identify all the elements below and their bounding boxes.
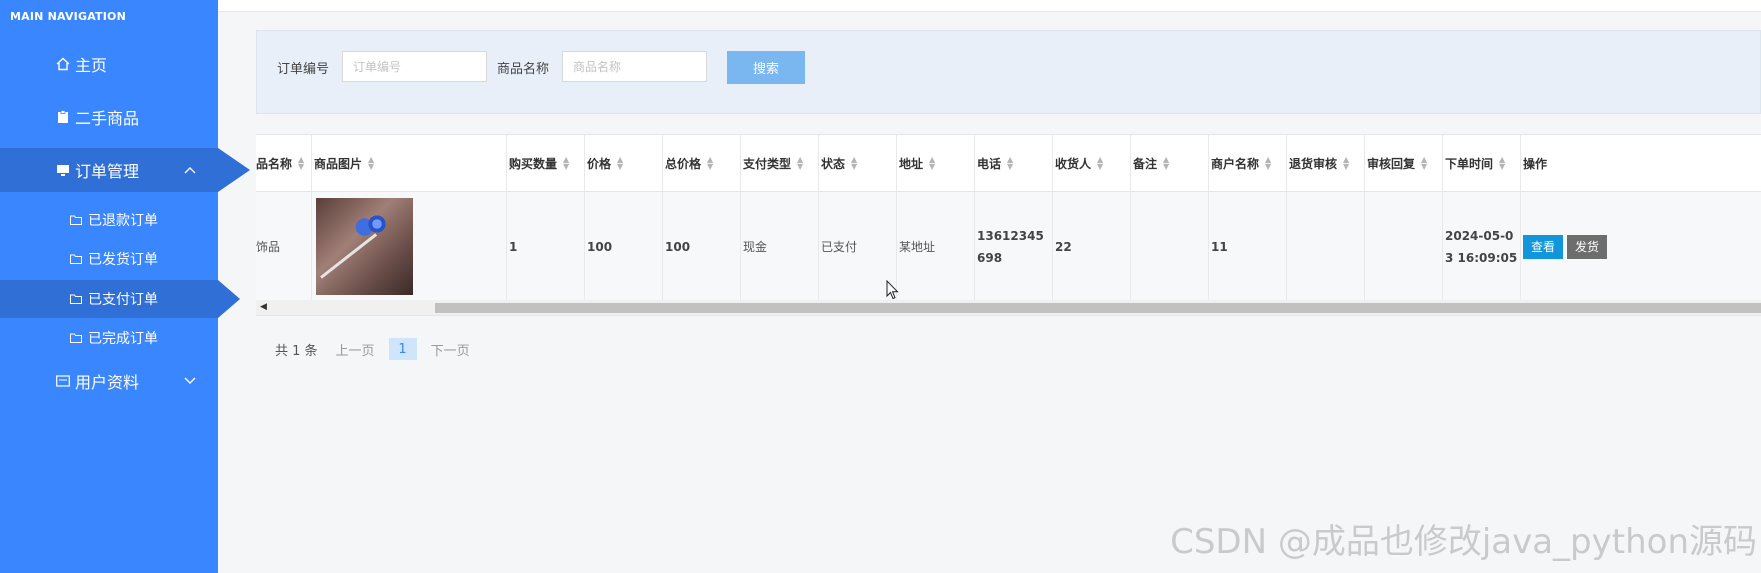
th-status[interactable]: 状态 ▲ ▼ bbox=[819, 135, 897, 191]
th-pay-type[interactable]: 支付类型 ▲ ▼ bbox=[741, 135, 819, 191]
th-review-reply[interactable]: 审核回复 ▲ ▼ bbox=[1365, 135, 1443, 191]
th-address[interactable]: 地址 ▲ ▼ bbox=[897, 135, 975, 191]
sort-icon[interactable]: ▲ ▼ bbox=[617, 156, 626, 171]
sidebar-item-user-profile[interactable]: 用户资料 bbox=[0, 359, 218, 403]
table-row: 装饰品 1 100 100 现金 已支付 某地址 13612345698 22 … bbox=[256, 192, 1761, 300]
sidebar-item-label: 已完成订单 bbox=[88, 331, 158, 347]
table-header: 商品名称▲▼ 商品图片▲▼ 购买数量▲▼ 价格▲▼ 总价格▲▼ 支付类型▲▼ 状… bbox=[256, 135, 1761, 192]
view-button[interactable]: 查看 bbox=[1523, 234, 1564, 259]
th-phone[interactable]: 电话 ▲ ▼ bbox=[975, 135, 1053, 191]
ship-button[interactable]: 发货 bbox=[1567, 234, 1608, 259]
sidebar-item-label: 二手商品 bbox=[75, 109, 140, 128]
order-number-label: 订单编号 bbox=[277, 62, 330, 77]
product-name-input[interactable] bbox=[562, 51, 707, 82]
sidebar-item-label: 订单管理 bbox=[75, 162, 140, 181]
th-actions: 操作 bbox=[1523, 156, 1548, 171]
th-total-price[interactable]: 总价格 ▲ ▼ bbox=[663, 135, 741, 191]
chevron-down-icon bbox=[184, 374, 196, 388]
folder-icon bbox=[68, 330, 84, 346]
sort-icon[interactable]: ▲ ▼ bbox=[707, 156, 716, 171]
pagination-total: 共 1 条 bbox=[275, 343, 318, 359]
mouse-cursor-icon bbox=[886, 280, 899, 300]
home-icon bbox=[55, 56, 71, 72]
cell-review-reply bbox=[1365, 192, 1442, 300]
cell-remark bbox=[1131, 192, 1208, 300]
prev-page-button[interactable]: 上一页 bbox=[336, 340, 375, 359]
cell-address: 某地址 bbox=[899, 240, 936, 254]
cell-total-price: 100 bbox=[665, 239, 691, 254]
cell-status: 已支付 bbox=[821, 240, 858, 254]
horizontal-scrollbar[interactable]: ◀ bbox=[256, 300, 1761, 316]
search-button[interactable]: 搜索 bbox=[727, 51, 805, 84]
sort-icon[interactable]: ▲ ▼ bbox=[1265, 156, 1274, 171]
th-remark[interactable]: 备注 ▲ ▼ bbox=[1131, 135, 1209, 191]
th-order-time[interactable]: 下单时间 ▲ ▼ bbox=[1443, 135, 1521, 191]
top-bar bbox=[218, 0, 1761, 12]
sort-icon[interactable]: ▲ ▼ bbox=[929, 156, 938, 171]
cell-merchant: 11 bbox=[1211, 239, 1228, 254]
sidebar: MAIN NAVIGATION 主页 二手商品 订单管理 已退款订单 已发货订单 bbox=[0, 0, 250, 573]
sort-icon[interactable]: ▲ ▼ bbox=[1007, 156, 1016, 171]
orders-table: 商品名称▲▼ 商品图片▲▼ 购买数量▲▼ 价格▲▼ 总价格▲▼ 支付类型▲▼ 状… bbox=[256, 134, 1761, 300]
sidebar-item-order-management[interactable]: 订单管理 bbox=[0, 148, 250, 192]
pagination: 共 1 条 上一页 1 下一页 bbox=[275, 338, 470, 360]
next-page-button[interactable]: 下一页 bbox=[431, 340, 470, 359]
th-product-image[interactable]: 商品图片 ▲ ▼ bbox=[312, 135, 507, 191]
id-card-icon bbox=[55, 373, 71, 389]
sidebar-item-label: 用户资料 bbox=[75, 373, 140, 392]
folder-icon bbox=[68, 212, 84, 228]
scroll-left-icon[interactable]: ◀ bbox=[260, 302, 267, 312]
sort-icon[interactable]: ▲ ▼ bbox=[1343, 156, 1352, 171]
order-number-input[interactable] bbox=[342, 51, 487, 82]
monitor-icon bbox=[55, 162, 71, 178]
sort-icon[interactable]: ▲ ▼ bbox=[563, 156, 572, 171]
sidebar-item-completed-orders[interactable]: 已完成订单 bbox=[0, 319, 218, 357]
product-image bbox=[316, 198, 413, 295]
cell-pay-type: 现金 bbox=[743, 240, 768, 254]
cell-order-time: 2024-05-03 16:09:05 bbox=[1445, 228, 1518, 265]
sort-icon[interactable]: ▲ ▼ bbox=[298, 156, 307, 171]
page-number-button[interactable]: 1 bbox=[388, 338, 417, 360]
chevron-up-icon bbox=[184, 163, 196, 177]
sidebar-item-refunded-orders[interactable]: 已退款订单 bbox=[0, 201, 218, 239]
sort-icon[interactable]: ▲ ▼ bbox=[1421, 156, 1430, 171]
sort-icon[interactable]: ▲ ▼ bbox=[368, 156, 377, 171]
folder-icon bbox=[68, 291, 84, 307]
cell-price: 100 bbox=[587, 239, 613, 254]
sidebar-item-label: 主页 bbox=[75, 56, 108, 75]
th-return-review[interactable]: 退货审核 ▲ ▼ bbox=[1287, 135, 1365, 191]
sort-icon[interactable]: ▲ ▼ bbox=[797, 156, 806, 171]
th-quantity[interactable]: 购买数量 ▲ ▼ bbox=[507, 135, 585, 191]
clipboard-icon bbox=[55, 109, 71, 125]
sort-icon[interactable]: ▲ ▼ bbox=[1097, 156, 1106, 171]
cell-phone: 13612345698 bbox=[977, 228, 1044, 265]
sort-icon[interactable]: ▲ ▼ bbox=[1499, 156, 1508, 171]
th-merchant[interactable]: 商户名称 ▲ ▼ bbox=[1209, 135, 1287, 191]
search-panel: 订单编号 商品名称 搜索 bbox=[256, 30, 1761, 114]
sidebar-item-second-hand-goods[interactable]: 二手商品 bbox=[0, 95, 218, 139]
th-price[interactable]: 价格 ▲ ▼ bbox=[585, 135, 663, 191]
sort-icon[interactable]: ▲ ▼ bbox=[851, 156, 860, 171]
sidebar-item-shipped-orders[interactable]: 已发货订单 bbox=[0, 240, 218, 278]
nav-header: MAIN NAVIGATION bbox=[10, 10, 127, 23]
sidebar-item-home[interactable]: 主页 bbox=[0, 42, 218, 86]
sidebar-item-label: 已支付订单 bbox=[88, 292, 158, 308]
sidebar-item-label: 已发货订单 bbox=[88, 252, 158, 268]
product-name-label: 商品名称 bbox=[497, 62, 550, 77]
folder-icon bbox=[68, 251, 84, 267]
cell-product-name: 装饰品 bbox=[256, 240, 281, 254]
watermark: CSDN @成品也修改java_python源码 bbox=[1170, 522, 1757, 562]
sidebar-item-paid-orders[interactable]: 已支付订单 bbox=[0, 280, 240, 318]
sort-icon[interactable]: ▲ ▼ bbox=[1163, 156, 1172, 171]
th-receiver[interactable]: 收货人 ▲ ▼ bbox=[1053, 135, 1131, 191]
cell-quantity: 1 bbox=[509, 239, 518, 254]
th-product-name[interactable]: 商品名称▲▼ bbox=[256, 135, 312, 191]
scrollbar-thumb[interactable] bbox=[435, 303, 1761, 313]
cell-return-review bbox=[1287, 192, 1364, 300]
cell-receiver: 22 bbox=[1055, 239, 1072, 254]
sidebar-item-label: 已退款订单 bbox=[88, 213, 158, 229]
